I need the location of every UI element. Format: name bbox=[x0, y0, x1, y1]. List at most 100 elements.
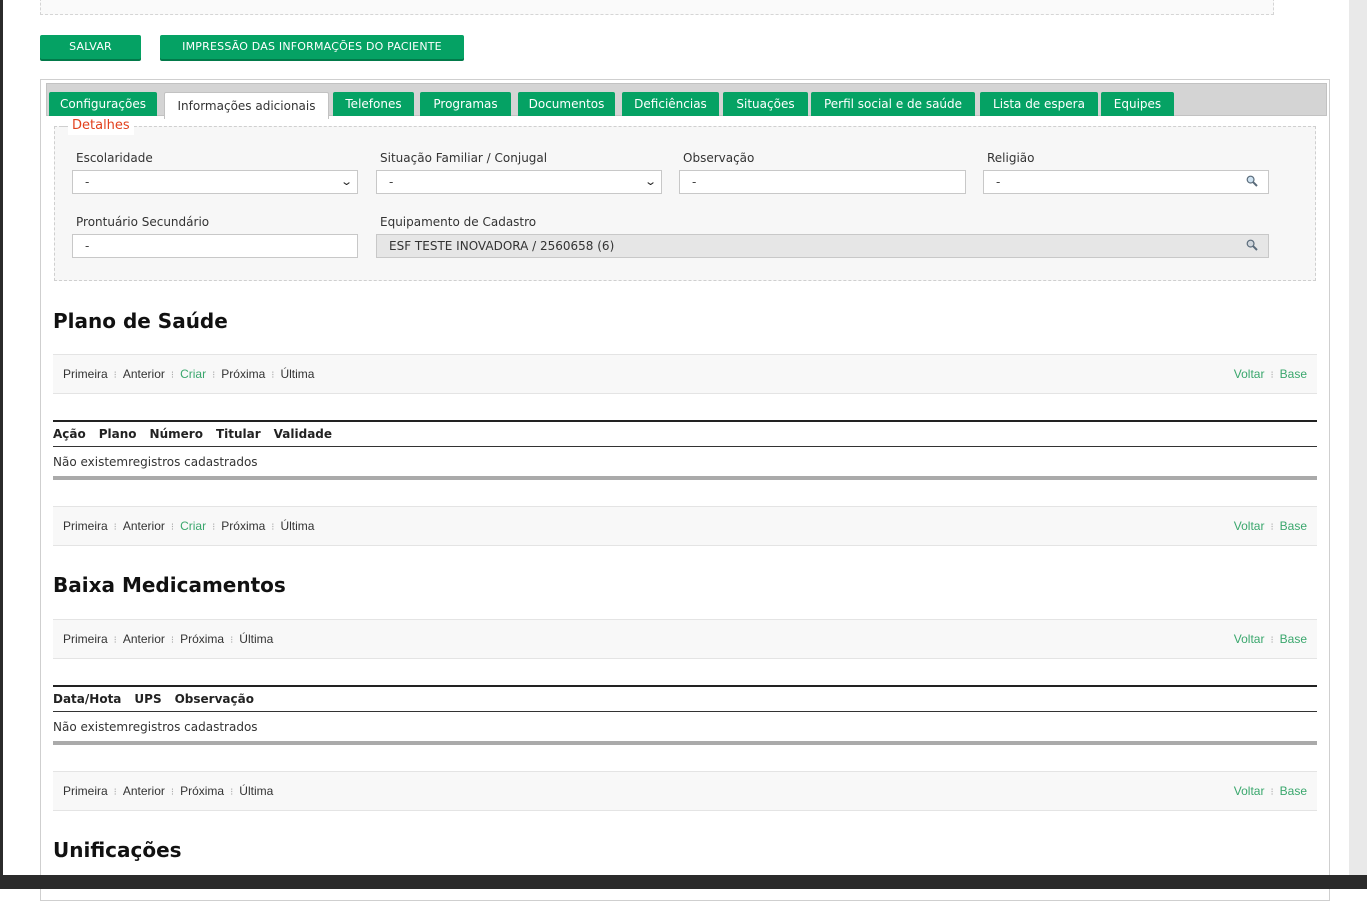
pager-create-link[interactable]: Criar bbox=[180, 519, 206, 533]
pager-separator: ⁝ bbox=[212, 370, 216, 381]
pager-nav: Primeira ⁝ Anterior ⁝ Próxima ⁝ Última bbox=[63, 632, 273, 646]
baixa-medicamentos-table-header: Data/Hota UPS Observação bbox=[53, 685, 1317, 712]
window-left-border bbox=[0, 0, 3, 889]
pager-base-link[interactable]: Base bbox=[1280, 632, 1307, 646]
chevron-down-icon: ⌄ bbox=[339, 175, 353, 188]
baixa-medicamentos-pager-bottom: Primeira ⁝ Anterior ⁝ Próxima ⁝ Última Voltar ⁝… bbox=[53, 771, 1317, 811]
column-header[interactable]: Ação bbox=[53, 427, 86, 441]
pager-separator: ⁝ bbox=[113, 787, 117, 798]
pager-separator: ⁝ bbox=[113, 522, 117, 533]
pager-nav: Primeira ⁝ Anterior ⁝ Criar ⁝ Próxima ⁝ Última bbox=[63, 519, 314, 533]
pager-actions: Voltar ⁝ Base bbox=[1234, 519, 1307, 533]
pager-separator: ⁝ bbox=[1270, 635, 1274, 646]
pager-actions: Voltar ⁝ Base bbox=[1234, 367, 1307, 381]
baixa-medicamentos-pager-top: Primeira ⁝ Anterior ⁝ Próxima ⁝ Última Voltar ⁝… bbox=[53, 619, 1317, 659]
column-header[interactable]: Data/Hota bbox=[53, 692, 121, 706]
tab-perfil-social-saude[interactable]: Perfil social e de saúde bbox=[811, 92, 975, 116]
tab-deficiencias[interactable]: Deficiências bbox=[622, 92, 719, 116]
pager-separator: ⁝ bbox=[113, 370, 117, 381]
equipamento-cadastro-label: Equipamento de Cadastro bbox=[380, 215, 537, 229]
search-icon[interactable] bbox=[1246, 239, 1258, 251]
unificacoes-title: Unificações bbox=[53, 838, 182, 862]
pager-previous-link[interactable]: Anterior bbox=[123, 367, 165, 381]
baixa-medicamentos-empty-row: Não existemregistros cadastrados bbox=[53, 712, 1317, 745]
window-bottom-border bbox=[0, 875, 1367, 889]
escolaridade-label: Escolaridade bbox=[76, 151, 153, 165]
pager-separator: ⁝ bbox=[170, 522, 175, 533]
pager-first-link[interactable]: Primeira bbox=[63, 632, 108, 646]
pager-separator: ⁝ bbox=[271, 370, 275, 381]
tab-lista-espera[interactable]: Lista de espera bbox=[980, 92, 1098, 116]
pager-create-link[interactable]: Criar bbox=[180, 367, 206, 381]
observacao-value: - bbox=[692, 175, 697, 189]
religiao-label: Religião bbox=[987, 151, 1035, 165]
pager-last-link[interactable]: Última bbox=[280, 519, 314, 533]
tab-documentos[interactable]: Documentos bbox=[518, 92, 615, 116]
pager-next-link[interactable]: Próxima bbox=[221, 367, 265, 381]
pager-nav: Primeira ⁝ Anterior ⁝ Criar ⁝ Próxima ⁝ Última bbox=[63, 367, 314, 381]
pager-last-link[interactable]: Última bbox=[239, 784, 273, 798]
pager-base-link[interactable]: Base bbox=[1280, 519, 1307, 533]
tab-telefones[interactable]: Telefones bbox=[333, 92, 414, 116]
pager-last-link[interactable]: Última bbox=[280, 367, 314, 381]
pager-first-link[interactable]: Primeira bbox=[63, 784, 108, 798]
religiao-value: - bbox=[996, 175, 1001, 189]
prontuario-secundario-input[interactable]: - bbox=[72, 234, 358, 258]
chevron-down-icon: ⌄ bbox=[643, 175, 657, 188]
pager-first-link[interactable]: Primeira bbox=[63, 519, 108, 533]
pager-separator: ⁝ bbox=[170, 787, 175, 798]
print-patient-info-button[interactable]: IMPRESSÃO DAS INFORMAÇÕES DO PACIENTE bbox=[160, 35, 464, 59]
column-header[interactable]: Plano bbox=[99, 427, 137, 441]
pager-separator: ⁝ bbox=[271, 522, 275, 533]
religiao-lookup[interactable]: - bbox=[983, 170, 1269, 194]
pager-base-link[interactable]: Base bbox=[1280, 784, 1307, 798]
pager-base-link[interactable]: Base bbox=[1280, 367, 1307, 381]
baixa-medicamentos-title: Baixa Medicamentos bbox=[53, 573, 286, 597]
pager-nav: Primeira ⁝ Anterior ⁝ Próxima ⁝ Última bbox=[63, 784, 273, 798]
pager-back-link[interactable]: Voltar bbox=[1234, 632, 1265, 646]
pager-previous-link[interactable]: Anterior bbox=[123, 784, 165, 798]
pager-last-link[interactable]: Última bbox=[239, 632, 273, 646]
escolaridade-value: - bbox=[85, 175, 90, 189]
column-header[interactable]: Observação bbox=[175, 692, 254, 706]
pager-previous-link[interactable]: Anterior bbox=[123, 632, 165, 646]
pager-next-link[interactable]: Próxima bbox=[221, 519, 265, 533]
tab-configuracoes[interactable]: Configurações bbox=[49, 92, 157, 116]
scrollbar-track[interactable] bbox=[1349, 0, 1367, 889]
situacao-familiar-select[interactable]: - ⌄ bbox=[376, 170, 662, 194]
tab-situacoes[interactable]: Situações bbox=[723, 92, 808, 116]
save-button[interactable]: SALVAR bbox=[40, 35, 141, 59]
pager-next-link[interactable]: Próxima bbox=[180, 784, 224, 798]
plano-saude-table-header: Ação Plano Número Titular Validade bbox=[53, 420, 1317, 447]
pager-first-link[interactable]: Primeira bbox=[63, 367, 108, 381]
tab-informacoes-adicionais[interactable]: Informações adicionais bbox=[164, 92, 329, 119]
escolaridade-select[interactable]: - ⌄ bbox=[72, 170, 358, 194]
column-header[interactable]: UPS bbox=[134, 692, 161, 706]
pager-back-link[interactable]: Voltar bbox=[1234, 784, 1265, 798]
column-header[interactable]: Titular bbox=[216, 427, 261, 441]
column-header[interactable]: Número bbox=[150, 427, 203, 441]
pager-next-link[interactable]: Próxima bbox=[180, 632, 224, 646]
tab-equipes[interactable]: Equipes bbox=[1101, 92, 1174, 116]
observacao-input[interactable]: - bbox=[679, 170, 966, 194]
pager-actions: Voltar ⁝ Base bbox=[1234, 632, 1307, 646]
plano-saude-empty-row: Não existemregistros cadastrados bbox=[53, 447, 1317, 480]
pager-separator: ⁝ bbox=[1270, 522, 1274, 533]
situacao-familiar-label: Situação Familiar / Conjugal bbox=[380, 151, 548, 165]
details-fieldset: Detalhes Escolaridade - ⌄ Situação Famil… bbox=[54, 117, 1316, 281]
pager-separator: ⁝ bbox=[212, 522, 216, 533]
pager-separator: ⁝ bbox=[1270, 787, 1274, 798]
equipamento-cadastro-lookup[interactable]: ESF TESTE INOVADORA / 2560658 (6) bbox=[376, 234, 1269, 258]
pager-separator: ⁝ bbox=[1270, 370, 1274, 381]
pager-back-link[interactable]: Voltar bbox=[1234, 519, 1265, 533]
pager-previous-link[interactable]: Anterior bbox=[123, 519, 165, 533]
search-icon[interactable] bbox=[1246, 175, 1258, 187]
patient-form-frame: Configurações Informações adicionais Tel… bbox=[40, 79, 1330, 901]
pager-back-link[interactable]: Voltar bbox=[1234, 367, 1265, 381]
tab-programas[interactable]: Programas bbox=[420, 92, 511, 116]
equipamento-cadastro-value: ESF TESTE INOVADORA / 2560658 (6) bbox=[389, 239, 615, 253]
tab-strip: Configurações Informações adicionais Tel… bbox=[46, 83, 1327, 119]
pager-actions: Voltar ⁝ Base bbox=[1234, 784, 1307, 798]
plano-saude-pager-bottom: Primeira ⁝ Anterior ⁝ Criar ⁝ Próxima ⁝ Última V… bbox=[53, 506, 1317, 546]
column-header[interactable]: Validade bbox=[274, 427, 332, 441]
